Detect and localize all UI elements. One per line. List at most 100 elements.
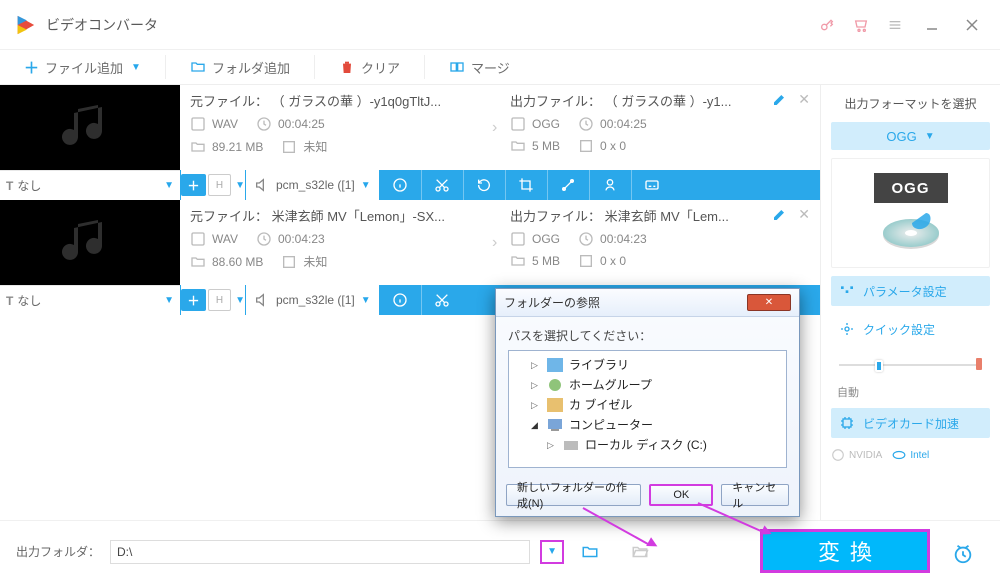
clock-icon [578,116,594,132]
source-size: 89.21 MB [212,140,263,154]
dimension-icon [578,138,594,154]
gpu-label: ビデオカード加速 [863,415,959,432]
separator [424,55,425,79]
bottom-bar: 出力フォルダ： D:\ ▼ 変換 [0,520,1000,582]
source-file-label: 元ファイル： （ ガラスの華 ）-y1q0gTltJ... [190,91,490,110]
dialog-close-button[interactable]: ✕ [747,294,791,311]
source-info: 元ファイル： （ ガラスの華 ）-y1q0gTltJ... WAV 00:04:… [180,85,500,170]
add-folder-button[interactable]: フォルダ追加 [182,54,298,81]
edit-icon[interactable] [772,91,788,107]
output-folder-dropdown[interactable]: ▼ [540,540,564,564]
clock-icon [578,231,594,247]
format-panel-title: 出力フォーマットを選択 [831,95,990,112]
clear-button[interactable]: クリア [331,54,408,81]
effect-tool-icon[interactable] [547,170,589,200]
gpu-accel-button[interactable]: ビデオカード加速 [831,408,990,438]
folder-icon [510,138,526,154]
schedule-icon[interactable] [952,543,974,565]
output-folder-value: D:\ [117,545,132,559]
close-button[interactable] [952,8,992,42]
minimize-button[interactable] [912,8,952,42]
audio-codec-select[interactable]: pcm_s32le ([1] ▼ [246,285,379,315]
tree-node[interactable]: ▷ホームグループ [531,375,780,395]
output-format: OGG [532,232,560,246]
quick-settings-button[interactable]: クイック設定 [831,314,990,344]
info-tool-icon[interactable] [379,170,421,200]
chevron-down-icon: ▼ [235,180,245,191]
codec-value: pcm_s32le ([1] [276,178,355,192]
expand-icon: ▷ [531,395,541,415]
chevron-down-icon: ▼ [361,295,371,306]
source-file-label: 元ファイル： 米津玄師 MV「Lemon」-SX... [190,206,490,225]
clear-label: クリア [361,58,400,77]
edit-icon[interactable] [772,206,788,222]
dialog-title-bar[interactable]: フォルダーの参照 ✕ [496,289,799,317]
app-title: ビデオコンバータ [46,15,158,35]
separator [165,55,166,79]
music-note-icon [60,218,120,268]
add-file-button[interactable]: ＋ ファイル追加 ▼ [16,53,149,82]
thumbnail[interactable] [0,200,180,285]
chevron-down-icon: ▼ [925,131,935,142]
format-icon [190,231,206,247]
merge-button[interactable]: マージ [441,54,518,81]
chevron-down-icon: ▼ [235,295,245,306]
remove-icon[interactable]: ✕ [798,206,810,223]
clock-icon [256,116,272,132]
rotate-tool-icon[interactable] [463,170,505,200]
tree-node[interactable]: ▷カ ブイゼル [531,395,780,415]
folder-icon [190,254,206,270]
tree-node[interactable]: ▷ローカル ディスク (C:) [547,435,780,455]
cut-tool-icon[interactable] [421,170,463,200]
format-icon [190,116,206,132]
cancel-button[interactable]: キャンセル [721,484,789,506]
params-button[interactable]: パラメータ設定 [831,276,990,306]
info-tool-icon[interactable] [379,285,421,315]
folder-tree[interactable]: ▷ライブラリ ▷ホームグループ ▷カ ブイゼル ◢コンピューター ▷ローカル デ… [508,350,787,468]
output-size: 5 MB [532,139,560,153]
quality-select[interactable]: ＋ H ▼ [181,170,245,200]
source-dimension: 未知 [303,253,327,270]
subtitle-select[interactable]: T なし ▼ [0,170,180,200]
collapse-icon: ◢ [531,415,541,435]
separator [314,55,315,79]
slider-thumb[interactable] [875,360,883,372]
file-option-bar: T なし ▼ ＋ H ▼ pcm_s32le ([1] ▼ [0,170,820,200]
source-info: 元ファイル： 米津玄師 MV「Lemon」-SX... WAV 00:04:23… [180,200,500,285]
chip-icon [839,415,855,431]
library-icon [547,358,563,372]
remove-icon[interactable]: ✕ [798,91,810,108]
output-folder-input[interactable]: D:\ [110,540,530,564]
watermark-tool-icon[interactable] [589,170,631,200]
folder-icon [190,139,206,155]
tree-node[interactable]: ◢コンピューター [531,415,780,435]
output-folder-label: 出力フォルダ： [16,543,100,560]
quality-slider[interactable] [835,352,986,376]
tree-node[interactable]: ▷ライブラリ [531,355,780,375]
file-row: 元ファイル： 米津玄師 MV「Lemon」-SX... WAV 00:04:23… [0,200,820,285]
new-folder-button[interactable]: 新しいフォルダーの作成(N) [506,484,641,506]
subtitle-tool-icon[interactable] [631,170,673,200]
add-track-icon: ＋ [181,289,206,311]
ok-button[interactable]: OK [649,484,713,506]
tree-label: ローカル ディスク (C:) [585,435,707,455]
audio-codec-select[interactable]: pcm_s32le ([1] ▼ [246,170,379,200]
convert-button[interactable]: 変換 [760,529,930,573]
cart-icon[interactable] [844,8,878,42]
thumbnail[interactable] [0,85,180,170]
tree-label: ライブラリ [569,355,629,375]
star-icon [839,321,855,337]
slider-label: 自動 [837,384,984,400]
homegroup-icon [547,378,563,392]
key-icon[interactable] [810,8,844,42]
subtitle-select[interactable]: T なし ▼ [0,285,180,315]
menu-icon[interactable] [878,8,912,42]
quality-select[interactable]: ＋ H ▼ [181,285,245,315]
crop-tool-icon[interactable] [505,170,547,200]
browse-folder-icon[interactable] [580,543,600,561]
dialog-title: フォルダーの参照 [504,294,600,311]
output-format-select[interactable]: OGG ▼ [831,122,990,150]
cut-tool-icon[interactable] [421,285,463,315]
nvidia-badge: NVIDIA [831,448,882,462]
quick-label: クイック設定 [863,321,935,338]
